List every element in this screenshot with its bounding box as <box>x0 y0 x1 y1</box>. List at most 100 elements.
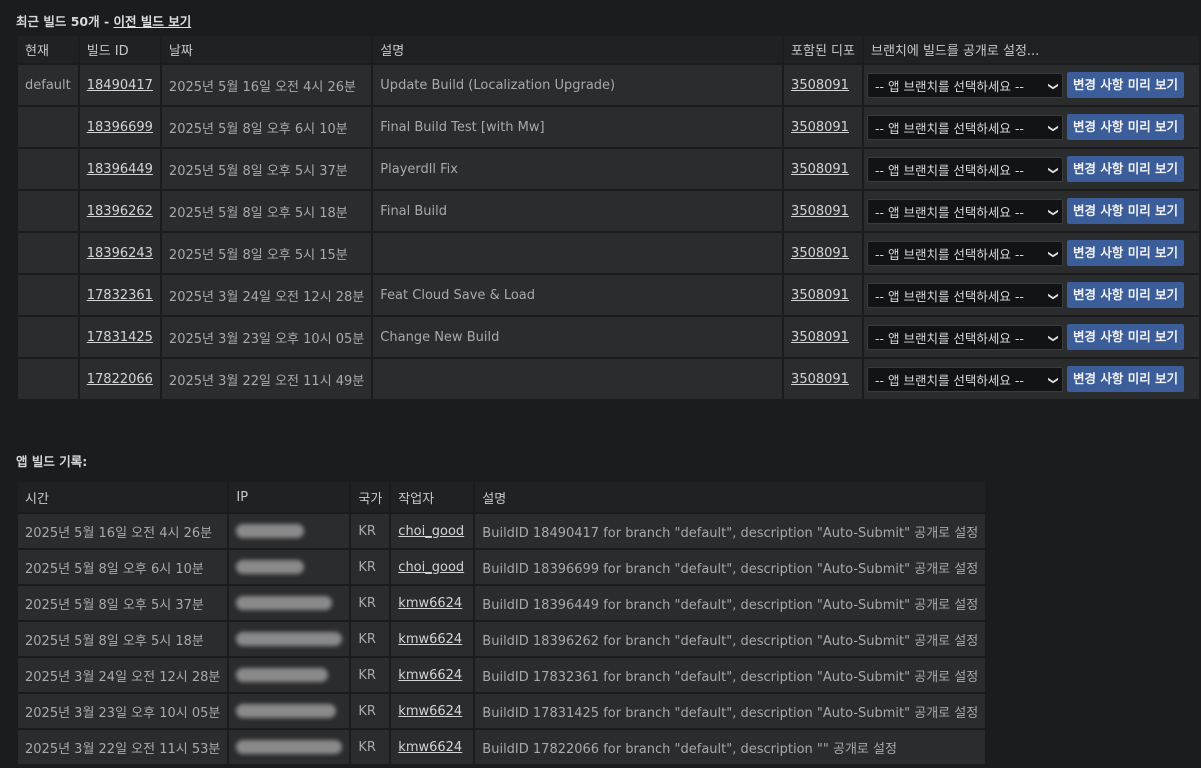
branch-select[interactable]: -- 앱 브랜치를 선택하세요 -- ❯ <box>866 240 1063 266</box>
preview-changes-button[interactable]: 변경 사항 미리 보기 <box>1066 114 1185 140</box>
build-depot-cell: 3508091 <box>784 65 862 105</box>
build-id-link[interactable]: 18396699 <box>87 120 153 135</box>
build-row: 18396262 2025년 5월 8일 오후 5시 18분 Final Build… <box>18 191 1199 231</box>
branch-select-value: -- 앱 브랜치를 선택하세요 -- <box>874 120 1024 136</box>
build-depot-cell: 3508091 <box>784 233 862 273</box>
build-date: 2025년 5월 16일 오전 4시 26분 <box>161 65 372 105</box>
branch-select-value: -- 앱 브랜치를 선택하세요 -- <box>874 204 1024 220</box>
build-current <box>18 233 78 273</box>
builds-header-row: 현재 빌드 ID 날짜 설명 포함된 디포 브랜치에 빌드를 공개로 설정... <box>18 36 1199 63</box>
preview-changes-button[interactable]: 변경 사항 미리 보기 <box>1066 366 1185 392</box>
history-description: BuildID 18396449 for branch "default", d… <box>475 586 986 620</box>
build-id-link[interactable]: 17832361 <box>87 288 153 303</box>
build-current <box>18 107 78 147</box>
build-description <box>373 359 783 399</box>
build-id-link[interactable]: 17831425 <box>87 330 153 345</box>
branch-select[interactable]: -- 앱 브랜치를 선택하세요 -- ❯ <box>866 72 1063 98</box>
history-ip <box>229 550 350 584</box>
history-ip <box>229 586 350 620</box>
build-current <box>18 191 78 231</box>
build-id-link[interactable]: 17822066 <box>87 372 153 387</box>
depot-link[interactable]: 3508091 <box>791 372 849 387</box>
history-time: 2025년 5월 8일 오후 6시 10분 <box>18 550 228 584</box>
header-date: 날짜 <box>161 36 372 63</box>
history-table: 시간 IP 국가 작업자 설명 2025년 5월 16일 오전 4시 26분 KR… <box>16 480 987 766</box>
depot-link[interactable]: 3508091 <box>791 120 849 135</box>
history-ip <box>229 658 350 692</box>
history-description: BuildID 18490417 for branch "default", d… <box>475 514 986 548</box>
branch-select[interactable]: -- 앱 브랜치를 선택하세요 -- ❯ <box>866 114 1063 140</box>
history-operator-cell: kmw6624 <box>391 730 474 764</box>
build-current <box>18 359 78 399</box>
header-description: 설명 <box>373 36 783 63</box>
chevron-down-icon: ❯ <box>1047 165 1059 175</box>
history-time: 2025년 3월 23일 오후 10시 05분 <box>18 694 228 728</box>
history-country: KR <box>351 550 390 584</box>
branch-action-cell: -- 앱 브랜치를 선택하세요 -- ❯ 변경 사항 미리 보기 <box>863 317 1199 357</box>
operator-link[interactable]: choi_good <box>398 524 464 539</box>
build-date: 2025년 3월 23일 오후 10시 05분 <box>161 317 372 357</box>
build-date: 2025년 3월 22일 오전 11시 49분 <box>161 359 372 399</box>
depot-link[interactable]: 3508091 <box>791 78 849 93</box>
branch-select[interactable]: -- 앱 브랜치를 선택하세요 -- ❯ <box>866 324 1063 350</box>
history-time: 2025년 3월 22일 오전 11시 53분 <box>18 730 228 764</box>
history-description: BuildID 17831425 for branch "default", d… <box>475 694 986 728</box>
depot-link[interactable]: 3508091 <box>791 330 849 345</box>
operator-link[interactable]: kmw6624 <box>398 740 462 755</box>
history-country: KR <box>351 586 390 620</box>
depot-link[interactable]: 3508091 <box>791 246 849 261</box>
history-country: KR <box>351 694 390 728</box>
history-country: KR <box>351 658 390 692</box>
build-row: 17822066 2025년 3월 22일 오전 11시 49분 3508091 --… <box>18 359 1199 399</box>
branch-select[interactable]: -- 앱 브랜치를 선택하세요 -- ❯ <box>866 282 1063 308</box>
operator-link[interactable]: kmw6624 <box>398 596 462 611</box>
build-id-link[interactable]: 18396243 <box>87 246 153 261</box>
history-row: 2025년 5월 8일 오후 5시 18분 KR kmw6624 BuildID 18… <box>18 622 986 656</box>
preview-changes-button[interactable]: 변경 사항 미리 보기 <box>1066 324 1185 350</box>
build-row: default 18490417 2025년 5월 16일 오전 4시 26분 Upd… <box>18 65 1199 105</box>
preview-changes-button[interactable]: 변경 사항 미리 보기 <box>1066 198 1185 224</box>
build-description: Feat Cloud Save & Load <box>373 275 783 315</box>
preview-changes-button[interactable]: 변경 사항 미리 보기 <box>1066 240 1185 266</box>
build-id-link[interactable]: 18490417 <box>87 78 153 93</box>
history-time: 2025년 5월 16일 오전 4시 26분 <box>18 514 228 548</box>
build-depot-cell: 3508091 <box>784 149 862 189</box>
preview-changes-button[interactable]: 변경 사항 미리 보기 <box>1066 72 1185 98</box>
previous-builds-link[interactable]: 이전 빌드 보기 <box>114 14 192 29</box>
branch-select[interactable]: -- 앱 브랜치를 선택하세요 -- ❯ <box>866 198 1063 224</box>
chevron-down-icon: ❯ <box>1047 81 1059 91</box>
build-id-cell: 18490417 <box>79 65 160 105</box>
build-description: Playerdll Fix <box>373 149 783 189</box>
depot-link[interactable]: 3508091 <box>791 204 849 219</box>
history-ip <box>229 694 350 728</box>
build-current <box>18 317 78 357</box>
branch-select[interactable]: -- 앱 브랜치를 선택하세요 -- ❯ <box>866 156 1063 182</box>
branch-select[interactable]: -- 앱 브랜치를 선택하세요 -- ❯ <box>866 366 1063 392</box>
history-row: 2025년 5월 8일 오후 5시 37분 KR kmw6624 BuildID 18… <box>18 586 986 620</box>
history-description: BuildID 18396699 for branch "default", d… <box>475 550 986 584</box>
chevron-down-icon: ❯ <box>1047 123 1059 133</box>
build-depot-cell: 3508091 <box>784 191 862 231</box>
chevron-down-icon: ❯ <box>1047 375 1059 385</box>
operator-link[interactable]: kmw6624 <box>398 668 462 683</box>
build-id-cell: 18396449 <box>79 149 160 189</box>
build-date: 2025년 5월 8일 오후 6시 10분 <box>161 107 372 147</box>
depot-link[interactable]: 3508091 <box>791 162 849 177</box>
build-id-cell: 17832361 <box>79 275 160 315</box>
build-id-link[interactable]: 18396449 <box>87 162 153 177</box>
operator-link[interactable]: kmw6624 <box>398 632 462 647</box>
build-depot-cell: 3508091 <box>784 107 862 147</box>
build-id-cell: 18396699 <box>79 107 160 147</box>
branch-action-cell: -- 앱 브랜치를 선택하세요 -- ❯ 변경 사항 미리 보기 <box>863 275 1199 315</box>
header-build-id: 빌드 ID <box>79 36 160 63</box>
history-operator-cell: kmw6624 <box>391 622 474 656</box>
build-id-link[interactable]: 18396262 <box>87 204 153 219</box>
depot-link[interactable]: 3508091 <box>791 288 849 303</box>
operator-link[interactable]: choi_good <box>398 560 464 575</box>
build-id-cell: 18396262 <box>79 191 160 231</box>
builds-section-title: 최근 빌드 50개 - 이전 빌드 보기 <box>16 11 191 30</box>
build-depot-cell: 3508091 <box>784 275 862 315</box>
operator-link[interactable]: kmw6624 <box>398 704 462 719</box>
preview-changes-button[interactable]: 변경 사항 미리 보기 <box>1066 156 1185 182</box>
preview-changes-button[interactable]: 변경 사항 미리 보기 <box>1066 282 1185 308</box>
